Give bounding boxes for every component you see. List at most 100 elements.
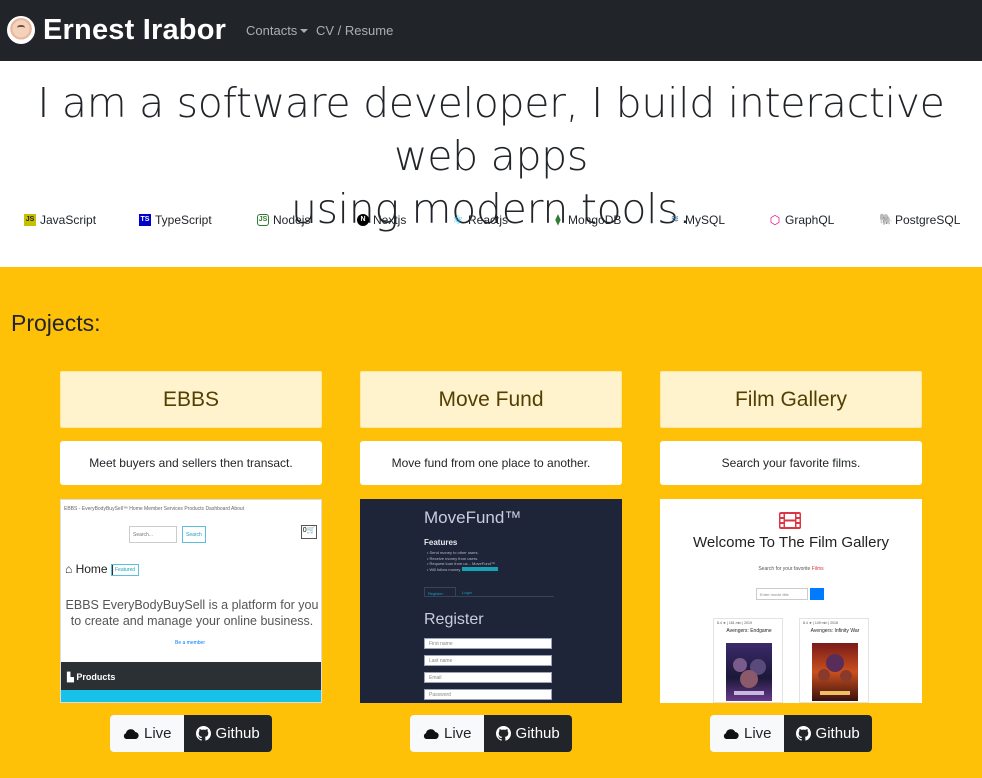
screenshot-featured-badge: Featured [111,564,140,576]
live-label: Live [444,725,472,742]
typescript-icon: TS [139,214,151,226]
movie-meta: 8.4 ★ | 181 min | 2019 [717,621,752,625]
github-label: Github [515,725,560,742]
nextjs-icon: N [357,214,369,226]
github-icon [195,726,211,741]
feature-highlight [461,567,498,572]
project-links-move-fund: Live Github [410,715,572,752]
nodejs-icon: JS [257,214,269,226]
projects-heading: Projects: [11,310,101,336]
screenshot-search-button: Search [182,526,206,543]
nav-cv-resume-link[interactable]: CV / Resume [316,23,393,38]
skill-label: JavaScript [40,213,97,227]
cloud-icon [123,728,139,739]
screenshot-movie-card: 8.4 ★ | 181 min | 2019 Avengers: Endgame [713,618,783,703]
project-description: Search your favorite films. [660,441,922,485]
screenshot-search-field: Search... [129,526,177,543]
graphql-icon: ⬡ [769,213,781,227]
project-description: Move fund from one place to another. [360,441,622,485]
screenshot-products-label: Products [76,672,116,682]
feature-item: Will follow money [429,566,461,572]
project-title: EBBS [60,371,322,428]
postgresql-icon: 🐘 [879,214,893,226]
skill-postgresql: 🐘 PostgreSQL [879,213,960,227]
live-button[interactable]: Live [110,715,184,752]
skill-reactjs: ⚛ Reactjs [452,213,508,227]
screenshot-tabs: Register Login [424,587,554,597]
project-card-ebbs: EBBS Meet buyers and sellers then transa… [60,371,322,703]
feature-item: Receive money from users. [429,555,479,561]
skill-mongodb: ⧫ MongoDB [552,213,621,227]
screenshot-password-field: Password [424,689,552,700]
project-screenshot: EBBS - EveryBodyBuySell™ Home Member Ser… [60,499,322,703]
skills-list: JS JavaScript TS TypeScript JS Nodejs N … [0,213,982,235]
movie-poster-infinity-war [812,643,858,701]
github-button[interactable]: Github [483,715,572,752]
project-title: Move Fund [360,371,622,428]
react-icon: ⚛ [452,213,464,227]
project-screenshot: MoveFund™ Features • Send money to other… [360,499,622,703]
live-label: Live [744,725,772,742]
screenshot-register-title: Register [424,611,484,628]
screenshot-tab-login: Login [462,590,472,595]
skill-graphql: ⬡ GraphQL [769,213,835,227]
cart-count: 0 [302,527,307,534]
mongodb-icon: ⧫ [555,214,561,226]
live-label: Live [144,725,172,742]
movie-title: Avengers: Infinity War [810,628,860,634]
screenshot-features-list: • Send money to other users. • Receive m… [427,550,498,572]
feature-item: Request loan from us... MoveFund™ [429,561,495,566]
screenshot-topbar: EBBS - EveryBodyBuySell™ Home Member Ser… [64,506,245,512]
skill-typescript: TS TypeScript [139,213,212,227]
nav-contacts-label: Contacts [246,23,298,38]
project-links-ebbs: Live Github [110,715,272,752]
github-button[interactable]: Github [183,715,272,752]
film-icon [779,512,801,529]
movie-meta: 8.4 ★ | 149 min | 2018 [803,621,838,625]
project-links-film-gallery: Live Github [710,715,872,752]
screenshot-brand: MoveFund™ [424,508,522,527]
github-button[interactable]: Github [783,715,872,752]
skill-mysql: ≋ MySQL [669,213,725,227]
skill-label: Reactjs [468,213,509,227]
screenshot-subtitle-accent: Films [811,566,824,572]
github-icon [495,726,511,741]
feature-item: Send money to other users. [429,550,479,555]
live-button[interactable]: Live [710,715,784,752]
screenshot-search-button [810,588,824,600]
skill-label: TypeScript [155,213,212,227]
cloud-icon [423,728,439,739]
mysql-icon: ≋ [670,214,680,225]
movie-poster-endgame [726,643,772,701]
movie-title: Avengers: Endgame [726,628,772,634]
project-title: Film Gallery [660,371,922,428]
skill-label: Nextjs [373,213,407,227]
screenshot-home-heading: ⌂ Home | [65,562,115,576]
screenshot-subtitle-text: Search for your favorite [758,566,811,572]
screenshot-movie-card: 8.4 ★ | 149 min | 2018 Avengers: Infinit… [799,618,869,703]
projects-section: Projects: EBBS Meet buyers and sellers t… [0,267,982,778]
github-icon [795,726,811,741]
javascript-icon: JS [24,214,36,226]
screenshot-first-name-field: First name [424,638,552,649]
screenshot-products-bar: ▙ Products [61,662,321,690]
screenshot-tagline: EBBS EveryBodyBuySell is a platform for … [65,598,319,628]
screenshot-subtitle: Search for your favorite Films [660,566,922,572]
nav-contacts-dropdown[interactable]: Contacts [246,23,309,38]
skill-nextjs: N Nextjs [357,213,406,227]
brand-link[interactable]: Ernest Irabor [7,10,226,50]
hero-line-1: I am a software developer, I build inter… [37,79,945,180]
project-description: Meet buyers and sellers then transact. [60,441,322,485]
screenshot-search-field: Enter movie title [756,588,808,600]
project-screenshot: Welcome To The Film Gallery Search for y… [660,499,922,703]
skill-label: PostgreSQL [895,213,961,227]
brand-name: Ernest Irabor [43,13,227,46]
screenshot-tab-register: Register [424,587,456,597]
chevron-down-icon [300,28,309,33]
skill-label: MySQL [685,213,726,227]
screenshot-home-label: Home [75,562,108,576]
screenshot-member-link: Be a member [174,640,205,646]
live-button[interactable]: Live [410,715,484,752]
screenshot-features-title: Features [424,538,458,547]
github-label: Github [815,725,860,742]
